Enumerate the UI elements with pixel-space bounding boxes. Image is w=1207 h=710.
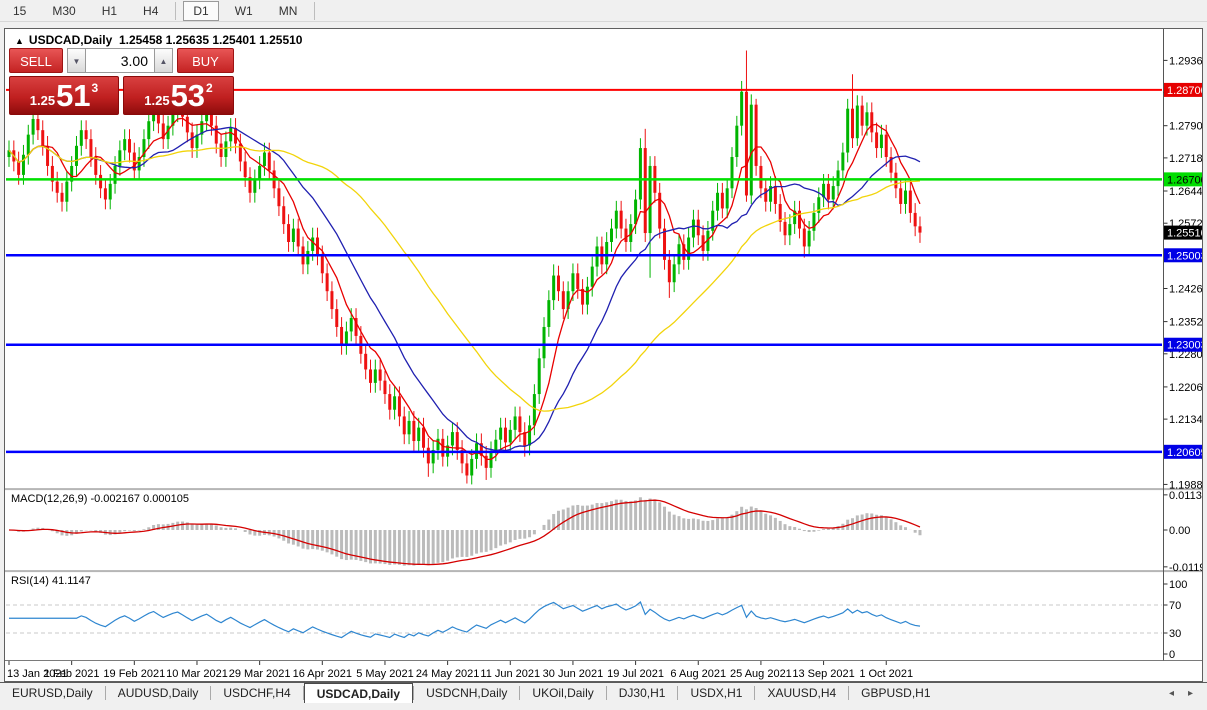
timeframe-button-15[interactable]: 15 — [3, 1, 36, 21]
svg-text:0: 0 — [1169, 649, 1175, 661]
svg-text:24 May 2021: 24 May 2021 — [416, 668, 480, 680]
svg-text:1.27180: 1.27180 — [1169, 153, 1202, 165]
svg-text:19 Feb 2021: 19 Feb 2021 — [103, 668, 165, 680]
chart-ohlc-values: 1.25458 1.25635 1.25401 1.25510 — [119, 33, 303, 47]
svg-text:10 Mar 2021: 10 Mar 2021 — [166, 668, 228, 680]
svg-text:1.19880: 1.19880 — [1169, 479, 1202, 491]
chart-tab-eurusd[interactable]: EURUSD,Daily — [0, 683, 105, 703]
buy-price-big-digits: 53 — [171, 81, 205, 111]
toolbar-separator — [175, 2, 176, 20]
toolbar-separator — [314, 2, 315, 20]
chart-tab-usdx[interactable]: USDX,H1 — [678, 683, 754, 703]
svg-text:16 Apr 2021: 16 Apr 2021 — [293, 668, 352, 680]
timeframe-button-w1[interactable]: W1 — [225, 1, 263, 21]
chart-tab-gbpusd[interactable]: GBPUSD,H1 — [849, 683, 942, 703]
trading-platform-window: 15 M30 H1 H4 D1 W1 MN 100 70 30 0 0.01135 0.00 -0.01… — [0, 0, 1207, 710]
timeframe-toolbar: 15 M30 H1 H4 D1 W1 MN — [0, 0, 1207, 22]
buy-button[interactable]: BUY — [177, 48, 234, 73]
chart-tab-usdchf[interactable]: USDCHF,H4 — [211, 683, 302, 703]
tab-scroll-left-icon[interactable]: ◂ — [1169, 688, 1174, 699]
timeframe-button-d1[interactable]: D1 — [183, 1, 218, 21]
svg-text:1 Feb 2021: 1 Feb 2021 — [44, 668, 100, 680]
sell-price-big-digits: 51 — [56, 81, 90, 111]
chart-tab-audusd[interactable]: AUDUSD,Daily — [106, 683, 211, 703]
chart-tab-dj30[interactable]: DJ30,H1 — [607, 683, 678, 703]
sell-price-pip-digit: 3 — [92, 81, 99, 95]
sell-button[interactable]: SELL — [9, 48, 63, 73]
sell-price-prefix: 1.25 — [30, 93, 55, 108]
svg-text:1.23003: 1.23003 — [1167, 340, 1202, 352]
chart-title: ▲ USDCAD,Daily 1.25458 1.25635 1.25401 1.… — [15, 33, 302, 47]
svg-text:100: 100 — [1169, 579, 1187, 591]
svg-text:30: 30 — [1169, 628, 1181, 640]
svg-text:1.27900: 1.27900 — [1169, 121, 1202, 133]
svg-text:70: 70 — [1169, 600, 1181, 612]
trade-panel-top-row: SELL ▼ ▲ BUY — [9, 48, 234, 73]
svg-text:25 Aug 2021: 25 Aug 2021 — [730, 668, 792, 680]
svg-text:0.00: 0.00 — [1169, 525, 1190, 537]
svg-text:13 Sep 2021: 13 Sep 2021 — [792, 668, 854, 680]
svg-text:5 May 2021: 5 May 2021 — [356, 668, 413, 680]
chart-tab-usdcad[interactable]: USDCAD,Daily — [304, 683, 413, 703]
chart-tab-xauusd[interactable]: XAUUSD,H4 — [755, 683, 848, 703]
svg-text:0.01135: 0.01135 — [1169, 490, 1202, 502]
svg-text:1.26440: 1.26440 — [1169, 186, 1202, 198]
svg-text:30 Jun 2021: 30 Jun 2021 — [543, 668, 604, 680]
svg-text:1.23520: 1.23520 — [1169, 317, 1202, 329]
volume-increase-button[interactable]: ▲ — [154, 48, 173, 73]
timeframe-button-m30[interactable]: M30 — [42, 1, 85, 21]
svg-text:-0.01190: -0.01190 — [1169, 562, 1202, 574]
svg-text:19 Jul 2021: 19 Jul 2021 — [607, 668, 664, 680]
candlestick-chart[interactable]: 100703000.011350.00-0.011901.293601.2864… — [5, 29, 1202, 681]
chart-tab-usdcnh[interactable]: USDCNH,Daily — [414, 683, 519, 703]
svg-text:29 Mar 2021: 29 Mar 2021 — [229, 668, 291, 680]
chart-symbol-label: USDCAD,Daily — [29, 33, 112, 47]
svg-text:11 Jun 2021: 11 Jun 2021 — [480, 668, 540, 680]
chart-tab-ukoil[interactable]: UKOil,Daily — [520, 683, 605, 703]
one-click-trade-panel: SELL ▼ ▲ BUY 1.25 51 3 1.25 53 2 — [9, 48, 234, 115]
timeframe-button-mn[interactable]: MN — [269, 1, 308, 21]
tab-scroll-right-icon[interactable]: ▸ — [1188, 688, 1193, 699]
buy-price-button[interactable]: 1.25 53 2 — [123, 76, 234, 115]
svg-text:1.26700: 1.26700 — [1167, 174, 1202, 186]
timeframe-button-h1[interactable]: H1 — [92, 1, 127, 21]
volume-decrease-button[interactable]: ▼ — [67, 48, 86, 73]
svg-text:1 Oct 2021: 1 Oct 2021 — [859, 668, 913, 680]
svg-text:1.25003: 1.25003 — [1167, 250, 1202, 262]
chart-tab-bar: EURUSD,DailyAUDUSD,DailyUSDCHF,H4USDCAD,… — [0, 682, 1207, 703]
sell-price-button[interactable]: 1.25 51 3 — [9, 76, 119, 115]
tab-scroll-controls: ◂▸ — [1169, 683, 1207, 703]
svg-text:1.29360: 1.29360 — [1169, 55, 1202, 67]
rsi-indicator-label: RSI(14) 41.1147 — [11, 575, 91, 587]
spinner-down-icon: ▼ — [73, 57, 81, 66]
svg-text:1.21340: 1.21340 — [1169, 414, 1202, 426]
svg-text:1.24260: 1.24260 — [1169, 284, 1202, 296]
buy-price-pip-digit: 2 — [206, 81, 213, 95]
symbol-arrow-icon: ▲ — [15, 36, 24, 46]
buy-price-prefix: 1.25 — [144, 93, 169, 108]
svg-text:1.25510: 1.25510 — [1167, 228, 1202, 240]
svg-text:1.28700: 1.28700 — [1167, 85, 1202, 97]
svg-text:1.22060: 1.22060 — [1169, 382, 1202, 394]
spinner-up-icon: ▲ — [160, 57, 168, 66]
chart-window: 100703000.011350.00-0.011901.293601.2864… — [4, 28, 1203, 682]
svg-text:1.20609: 1.20609 — [1167, 447, 1202, 459]
volume-input[interactable] — [86, 48, 154, 73]
svg-text:6 Aug 2021: 6 Aug 2021 — [670, 668, 726, 680]
macd-indicator-label: MACD(12,26,9) -0.002167 0.000105 — [11, 493, 189, 505]
status-strip — [0, 703, 1207, 710]
timeframe-button-h4[interactable]: H4 — [133, 1, 168, 21]
